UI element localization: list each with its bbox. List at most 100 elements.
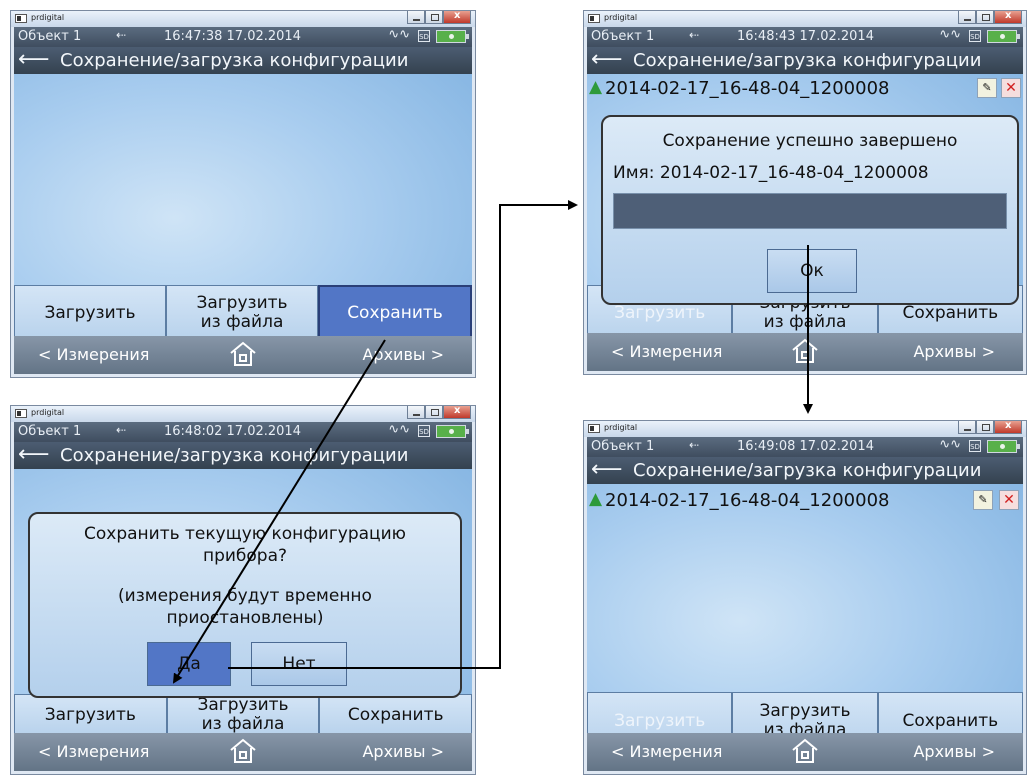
maximize-button[interactable] [976,11,994,24]
device-screen: Объект 1 ⇠ 16:47:38 17.02.2014 ∿∿ SD ⟵ С… [14,27,472,374]
screen-title: Сохранение/загрузка конфигурации [60,445,409,466]
device-screen: Объект 1 ⇠ 16:48:02 17.02.2014 ∿∿ SD ⟵ С… [14,422,472,771]
status-clock: 16:47:38 17.02.2014 [164,29,301,44]
battery-icon [987,30,1020,43]
action-bar: Загрузить Загрузитьиз файла Сохранить [14,285,472,341]
status-time: 16:49:08 [737,439,796,454]
minimize-button[interactable] [958,421,976,434]
window-3: prdigital Объект 1 ⇠ 16:48:02 17.02.2014… [10,405,476,775]
window-title: prdigital [31,13,65,22]
status-date: 17.02.2014 [226,424,301,439]
home-icon[interactable] [789,736,821,766]
minimize-button[interactable] [407,11,425,24]
device-screen: Объект 1 ⇠ 16:49:08 17.02.2014 ∿∿ SD ⟵ С… [587,437,1023,771]
nav-measurements[interactable]: < Измерения [611,342,722,361]
file-name: 2014-02-17_16-48-04_1200008 [605,490,890,511]
status-clock: 16:49:08 17.02.2014 [737,439,874,454]
device-screen: Объект 1 ⇠ 16:48:43 17.02.2014 ∿∿ SD ⟵ С… [587,27,1023,371]
nav-archives[interactable]: Архивы > [913,742,995,761]
nav-archives[interactable]: Архивы > [362,345,444,364]
status-bar: Объект 1 ⇠ 16:49:08 17.02.2014 ∿∿ SD [587,437,1023,457]
left-arrow-icon[interactable]: ⟵ [591,457,623,483]
left-arrow-icon[interactable]: ⟵ [18,442,50,468]
nav-archives[interactable]: Архивы > [362,742,444,761]
screen-header: ⟵ Сохранение/загрузка конфигурации [587,47,1023,74]
object-label: Объект 1 [18,424,82,439]
status-bar: Объект 1 ⇠ 16:48:43 17.02.2014 ∿∿ SD [587,27,1023,47]
save-success-dialog: Сохранение успешно завершено Имя: 2014-0… [601,115,1019,305]
file-info-icon[interactable]: ✎ [973,490,993,510]
signal-wave-icon: ∿∿ [388,422,410,437]
battery-icon [436,30,469,43]
load-from-file-button[interactable]: Загрузитьиз файла [166,694,320,736]
usb-icon: ⇠ [116,423,127,437]
file-list-item[interactable]: ▲ 2014-02-17_16-48-04_1200008 ✎ ✕ [587,487,1023,517]
signal-wave-icon: ∿∿ [939,437,961,452]
dialog-line-4: приостановлены) [166,608,324,628]
app-icon [588,14,600,23]
left-arrow-icon[interactable]: ⟵ [591,47,623,73]
status-bar: Объект 1 ⇠ 16:48:02 17.02.2014 ∿∿ SD [14,422,472,442]
left-arrow-icon[interactable]: ⟵ [18,47,50,73]
app-icon [15,14,27,23]
status-date: 17.02.2014 [799,439,874,454]
sd-card-icon: SD [418,425,430,437]
status-time: 16:48:02 [164,424,223,439]
home-icon[interactable] [227,339,259,369]
minimize-button[interactable] [958,11,976,24]
delete-x-icon[interactable]: ✕ [1001,78,1021,98]
nav-measurements[interactable]: < Измерения [38,345,149,364]
window-2: prdigital Объект 1 ⇠ 16:48:43 17.02.2014… [583,10,1027,375]
load-button[interactable]: Загрузить [14,694,167,736]
battery-icon [987,440,1020,453]
screen-title: Сохранение/загрузка конфигурации [633,460,982,481]
nav-bar: < Измерения Архивы > [587,333,1023,371]
maximize-button[interactable] [425,11,443,24]
no-button[interactable]: Нет [251,642,347,686]
status-clock: 16:48:43 17.02.2014 [737,29,874,44]
ok-button[interactable]: Ок [767,249,857,293]
signal-wave-icon: ∿∿ [388,27,410,42]
window-title: prdigital [31,408,65,417]
window-titlebar: prdigital [11,406,475,422]
yes-button[interactable]: Да [147,642,231,686]
file-info-icon[interactable]: ✎ [977,78,997,98]
sd-card-icon: SD [418,30,430,42]
usb-icon: ⇠ [689,28,700,42]
load-button[interactable]: Загрузить [14,285,166,341]
maximize-button[interactable] [976,421,994,434]
action-bar: Загрузить Загрузитьиз файла Сохранить [14,694,472,736]
maximize-button[interactable] [425,406,443,419]
dialog-line-3: (измерения будут временно [118,586,372,606]
sd-card-icon: SD [969,440,981,452]
save-button[interactable]: Сохранить [318,285,472,341]
delete-x-icon[interactable]: ✕ [999,490,1019,510]
home-icon[interactable] [789,336,821,366]
status-time: 16:48:43 [737,29,796,44]
signal-wave-icon: ∿∿ [939,27,961,42]
screen-header: ⟵ Сохранение/загрузка конфигурации [14,442,472,469]
battery-icon [436,425,469,438]
nav-measurements[interactable]: < Измерения [611,742,722,761]
status-date: 17.02.2014 [799,29,874,44]
window-titlebar: prdigital [584,11,1026,27]
window-1: prdigital Объект 1 ⇠ 16:47:38 17.02.2014… [10,10,476,378]
nav-measurements[interactable]: < Измерения [38,742,149,761]
screen-title: Сохранение/загрузка конфигурации [633,50,982,71]
close-button[interactable] [443,406,471,419]
load-from-file-button[interactable]: Загрузитьиз файла [166,285,318,341]
status-time: 16:47:38 [164,29,223,44]
close-button[interactable] [994,421,1022,434]
usb-icon: ⇠ [116,28,127,42]
nav-archives[interactable]: Архивы > [913,342,995,361]
window-4: prdigital Объект 1 ⇠ 16:49:08 17.02.2014… [583,420,1027,775]
name-field[interactable] [613,193,1007,229]
home-icon[interactable] [227,736,259,766]
file-list-item[interactable]: ▲ 2014-02-17_16-48-04_1200008 ✎ ✕ [587,75,1023,105]
sd-card-icon: SD [969,30,981,42]
minimize-button[interactable] [407,406,425,419]
close-button[interactable] [994,11,1022,24]
save-button[interactable]: Сохранить [319,694,472,736]
nav-bar: < Измерения Архивы > [14,733,472,771]
close-button[interactable] [443,11,471,24]
